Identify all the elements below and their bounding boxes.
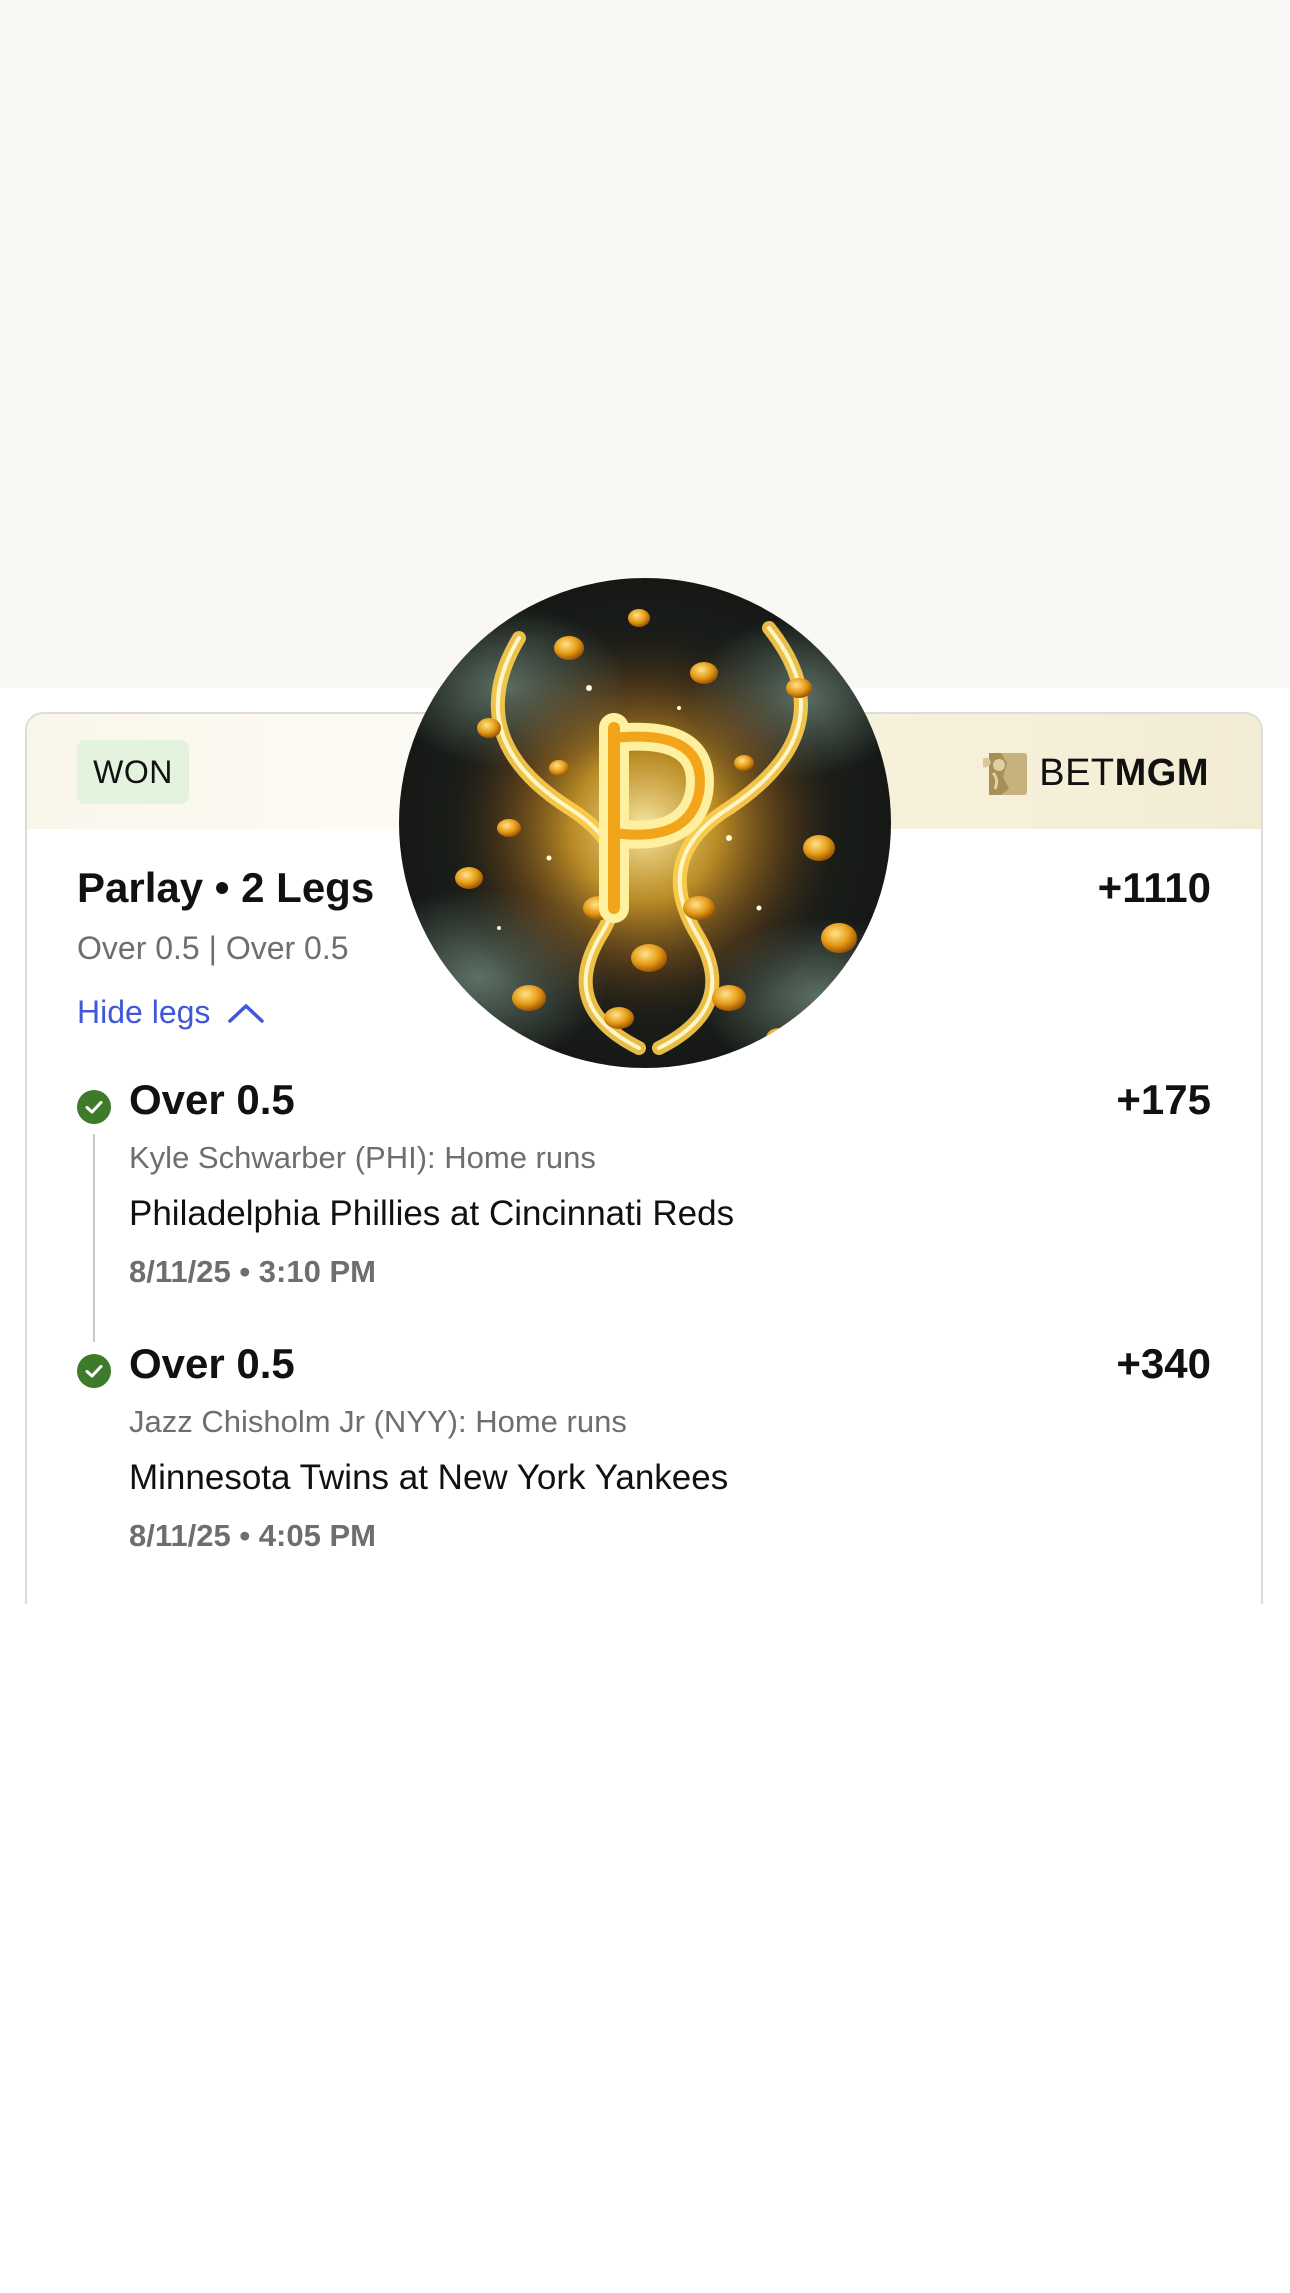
status-badge: WON [77,740,189,804]
leg-datetime: 8/11/25 • 3:10 PM [129,1254,376,1289]
chevron-up-icon [228,1003,265,1023]
hide-legs-button[interactable]: Hide legs [77,994,266,1031]
betmgm-logo: BETMGM [983,744,1209,802]
leg-market: Jazz Chisholm Jr (NYY): Home runs [129,1404,627,1439]
brand-name: BETMGM [1039,752,1209,795]
leg-datetime: 8/11/25 • 4:05 PM [129,1518,376,1553]
leg-selection: Over 0.5 [129,1076,295,1123]
bet-title: Parlay • 2 Legs [77,864,375,911]
leg-odds: +340 [1116,1340,1211,1387]
check-circle-icon [77,1354,111,1388]
brand-suffix: MGM [1114,751,1209,794]
leg-item: Over 0.5 +340 Jazz Chisholm Jr (NYY): Ho… [27,1340,1261,1580]
bet-summary: Over 0.5 | Over 0.5 [77,930,349,966]
lion-logo-icon [983,753,1028,795]
hide-legs-label: Hide legs [77,994,211,1030]
brand-prefix: BET [1039,751,1115,794]
bet-odds: +1110 [1097,864,1211,911]
leg-odds: +175 [1116,1076,1211,1123]
leg-item: Over 0.5 +175 Kyle Schwarber (PHI): Home… [27,1076,1261,1342]
leg-market: Kyle Schwarber (PHI): Home runs [129,1140,596,1175]
promo-coin-image [399,578,891,1068]
leg-event: Philadelphia Phillies at Cincinnati Reds [129,1194,735,1233]
leg-event: Minnesota Twins at New York Yankees [129,1458,729,1497]
leg-selection: Over 0.5 [129,1340,295,1387]
leg-connector-line [93,1134,95,1342]
check-circle-icon [77,1090,111,1124]
golden-p-artwork [399,608,891,1068]
